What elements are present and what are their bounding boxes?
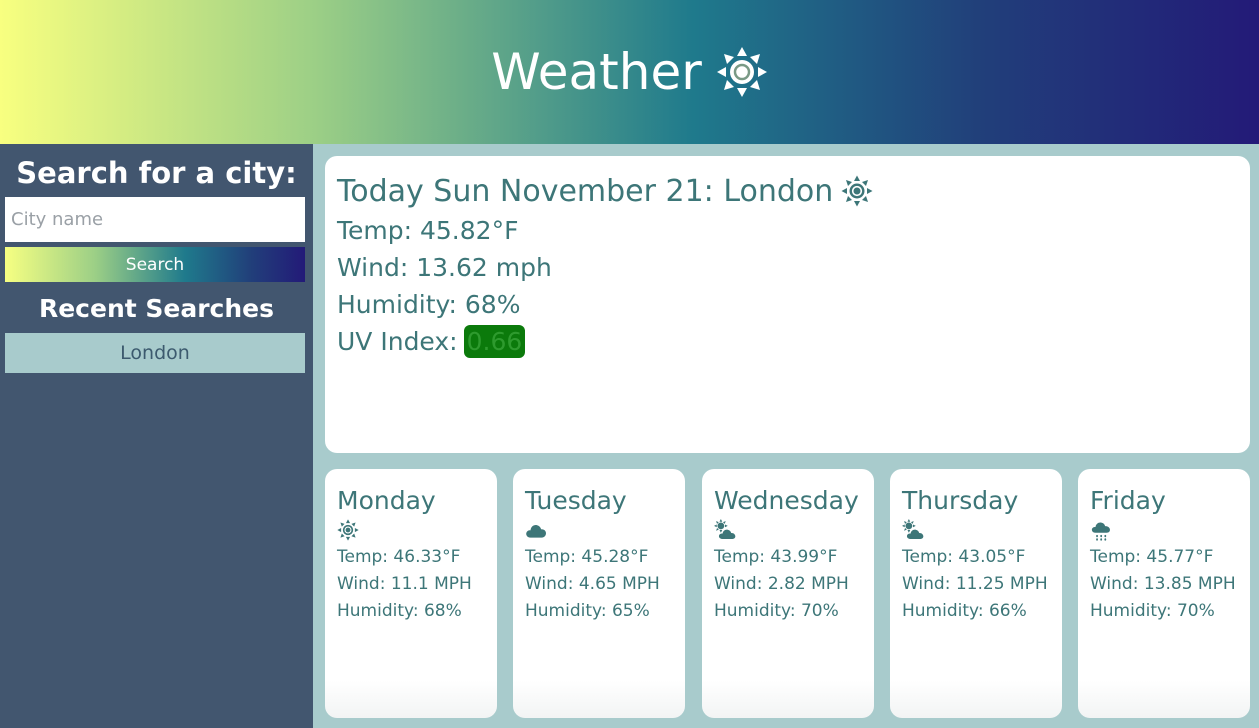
forecast-wind: Wind: 11.25 MPH xyxy=(902,573,1048,594)
current-weather-title: Today Sun November 21: London xyxy=(337,170,1238,212)
forecast-wind: Wind: 13.85 MPH xyxy=(1090,573,1236,594)
uv-index-label: UV Index: xyxy=(337,327,458,356)
forecast-temp: Temp: 46.33°F xyxy=(337,546,461,567)
sun-icon xyxy=(716,47,767,97)
uv-index-row: UV Index: 0.66 xyxy=(337,323,1238,360)
forecast-humidity: Humidity: 66% xyxy=(902,600,1027,621)
forecast-day: Monday xyxy=(337,485,436,515)
current-humidity: Humidity: 68% xyxy=(337,290,521,319)
partly-cloudy-icon xyxy=(714,519,736,539)
forecast-humidity: Humidity: 65% xyxy=(525,600,650,621)
forecast-card: Thursday Temp: 43.05°F Wind: 11.25 MPH H… xyxy=(890,469,1062,718)
forecast-temp: Temp: 45.28°F xyxy=(525,546,649,567)
recent-search-item[interactable]: London xyxy=(5,333,305,373)
forecast-card: Tuesday Temp: 45.28°F Wind: 4.65 MPH Hum… xyxy=(513,469,685,718)
partly-cloudy-icon xyxy=(902,519,924,539)
forecast-card: Monday Temp: 46.33°F Wind: 11.1 MPH Humi… xyxy=(325,469,497,718)
forecast-temp: Temp: 43.99°F xyxy=(714,546,838,567)
sidebar: Search for a city: Search Recent Searche… xyxy=(0,144,313,728)
forecast-day: Tuesday xyxy=(525,485,627,515)
current-temp: Temp: 45.82°F xyxy=(337,216,519,245)
recent-searches-heading: Recent Searches xyxy=(38,294,275,323)
current-weather-title-text: Today Sun November 21: London xyxy=(337,173,834,209)
sun-icon xyxy=(841,175,873,207)
forecast-humidity: Humidity: 68% xyxy=(337,600,462,621)
forecast-wind: Wind: 11.1 MPH xyxy=(337,573,472,594)
forecast-wind: Wind: 4.65 MPH xyxy=(525,573,660,594)
forecast-card: Friday Temp: 45.77°F Wind: 13.85 MPH Hum… xyxy=(1078,469,1250,718)
uv-index-badge: 0.66 xyxy=(463,325,526,358)
header-banner: Weather xyxy=(0,0,1259,144)
city-search-input[interactable] xyxy=(5,197,305,242)
forecast-wind: Wind: 2.82 MPH xyxy=(714,573,849,594)
forecast-humidity: Humidity: 70% xyxy=(1090,600,1215,621)
page-title-text: Weather xyxy=(491,43,702,101)
search-button[interactable]: Search xyxy=(5,247,305,282)
current-wind: Wind: 13.62 mph xyxy=(337,253,552,282)
forecast-temp: Temp: 45.77°F xyxy=(1090,546,1214,567)
forecast-day: Thursday xyxy=(902,485,1019,515)
forecast-day: Wednesday xyxy=(714,485,859,515)
rain-icon xyxy=(1091,522,1110,541)
forecast-temp: Temp: 43.05°F xyxy=(902,546,1026,567)
forecast-day: Friday xyxy=(1090,485,1166,515)
page-title: Weather xyxy=(491,43,768,101)
forecast-card: Wednesday Temp: 43.99°F Wind: 2.82 MPH H… xyxy=(702,469,874,718)
current-weather-card: Today Sun November 21: London Temp: 45.8… xyxy=(325,156,1250,453)
search-heading: Search for a city: xyxy=(16,156,297,190)
forecast-humidity: Humidity: 70% xyxy=(714,600,839,621)
sun-icon xyxy=(337,519,359,541)
cloud-icon xyxy=(526,525,547,538)
